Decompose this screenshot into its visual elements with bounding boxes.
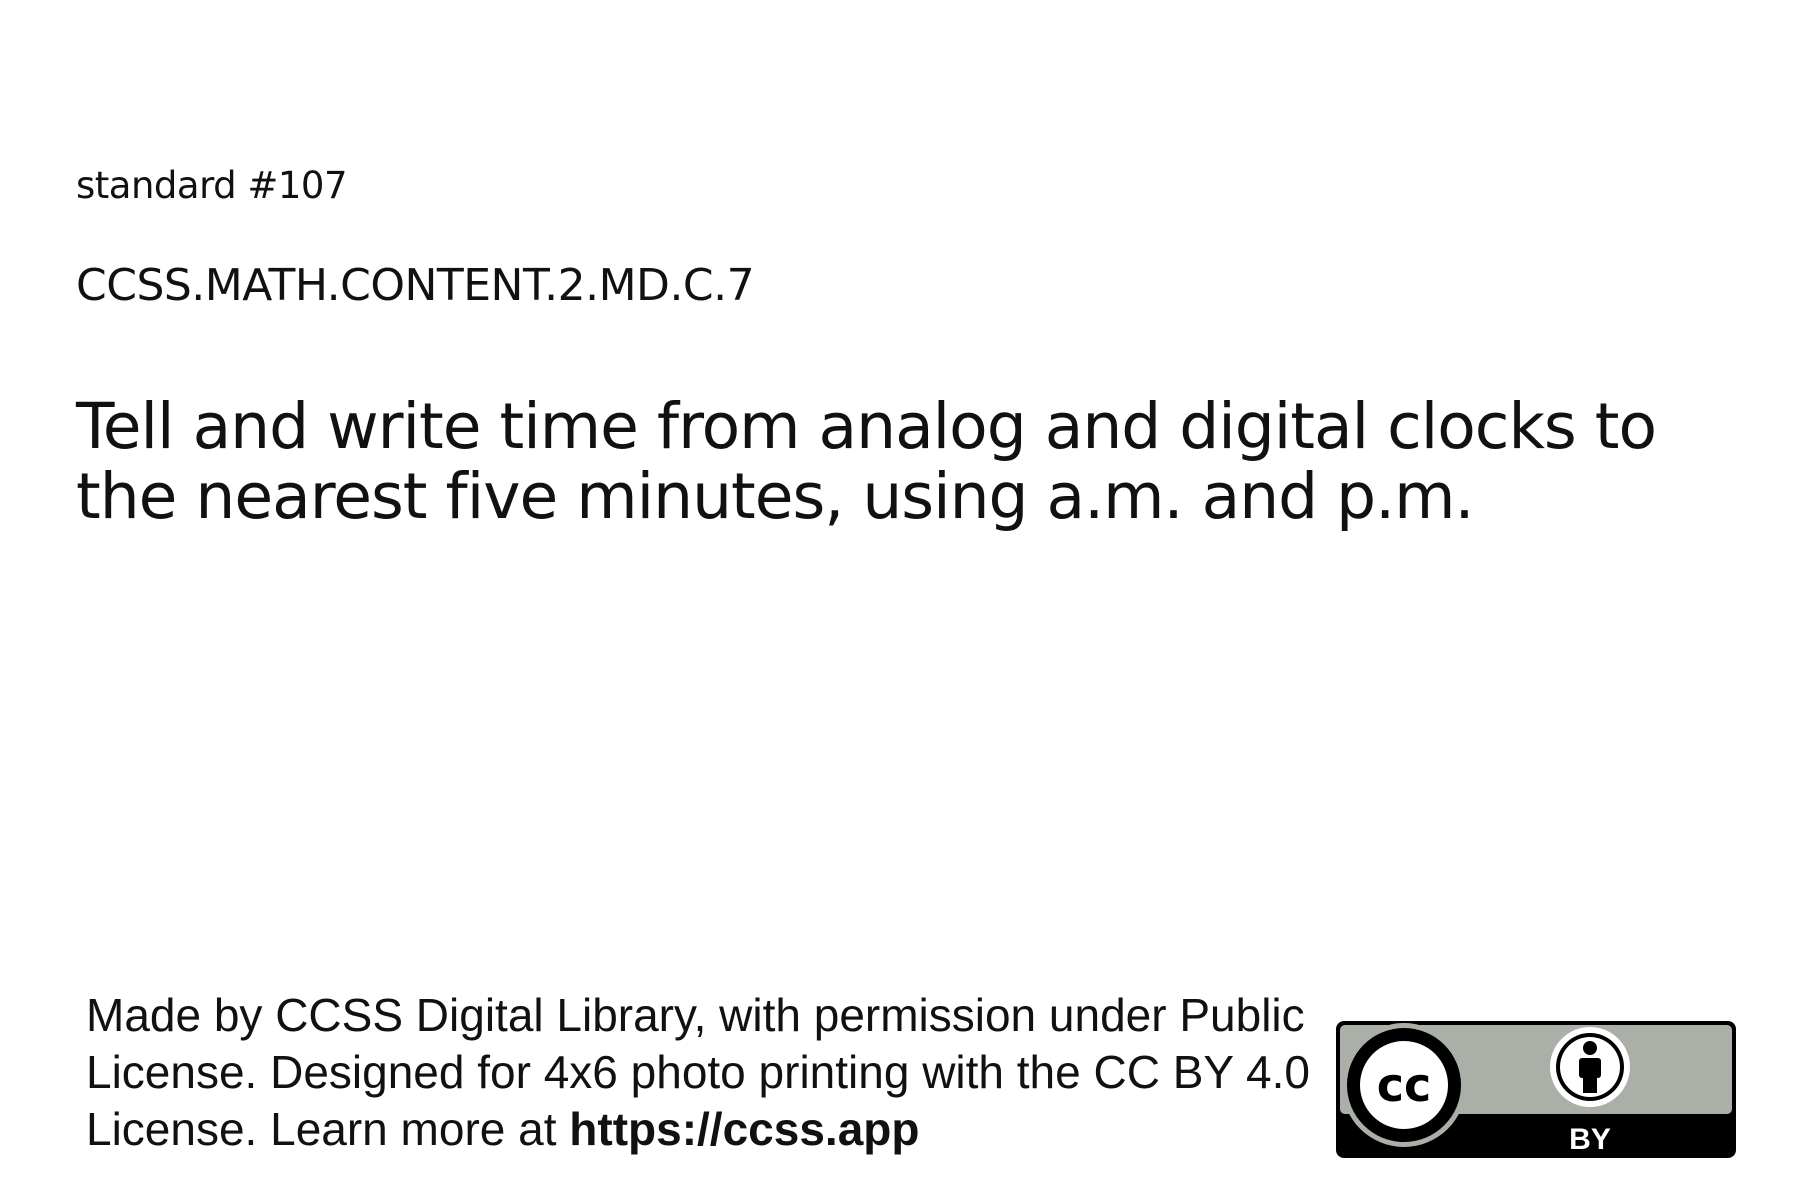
cc-label: cc — [1377, 1058, 1432, 1112]
standard-number: standard #107 — [76, 164, 348, 207]
attribution-person-icon — [1550, 1027, 1630, 1107]
by-label: BY — [1569, 1123, 1611, 1156]
credit-url-link[interactable]: https://ccss.app — [569, 1103, 919, 1155]
cc-by-license-badge: cc BY — [1336, 1021, 1736, 1158]
cc-icon: cc — [1342, 1023, 1466, 1147]
credit-text: Made by CCSS Digital Library, with permi… — [86, 987, 1346, 1158]
standard-code: CCSS.MATH.CONTENT.2.MD.C.7 — [76, 260, 755, 311]
standard-description: Tell and write time from analog and digi… — [76, 390, 1657, 533]
